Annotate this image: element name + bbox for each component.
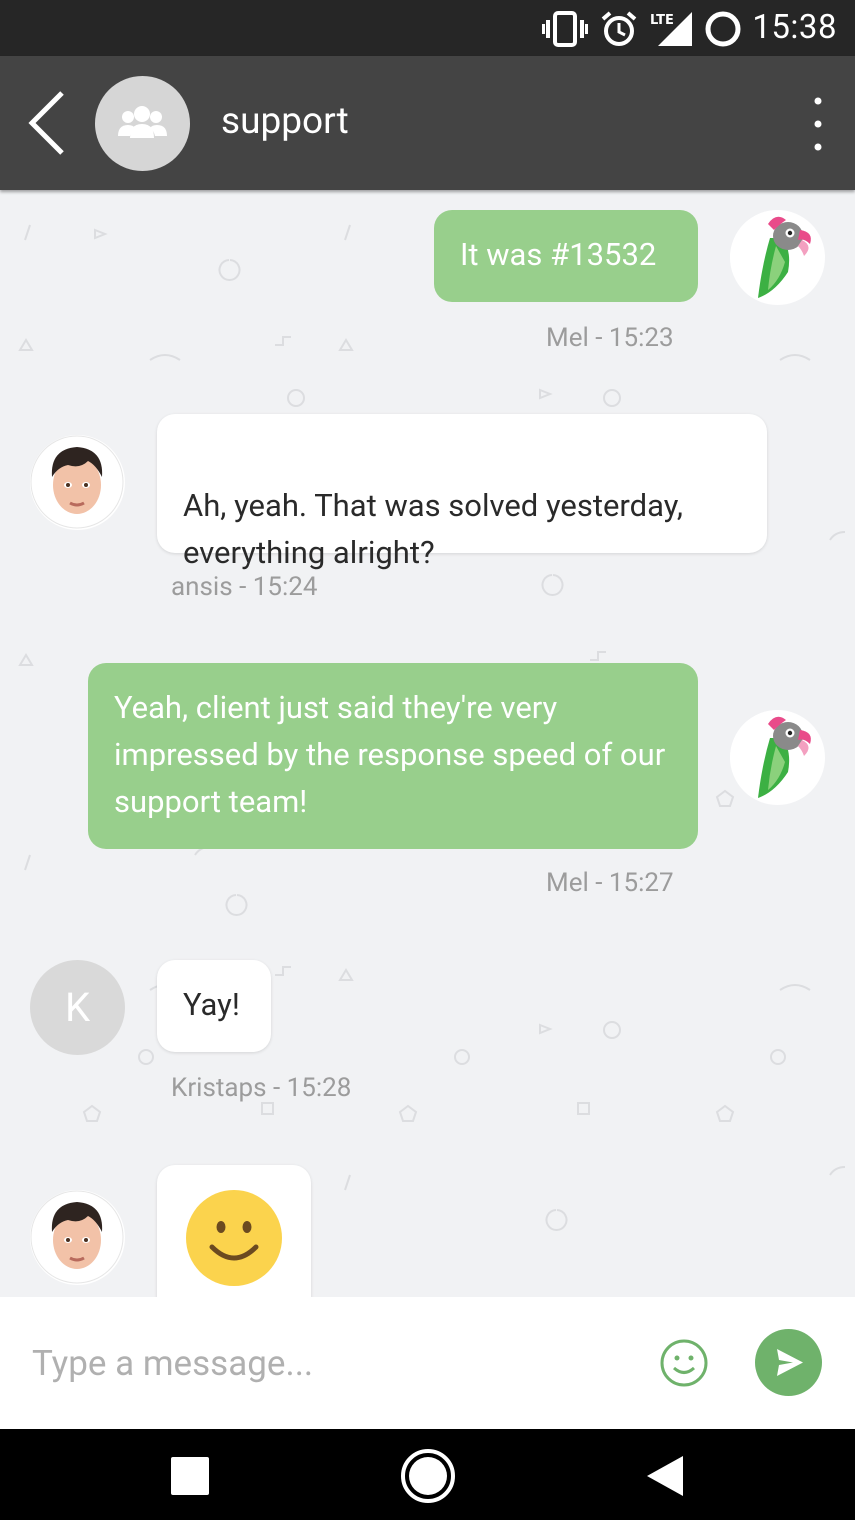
message-meta: ansis - 15:24 — [171, 572, 318, 602]
svg-text:LTE: LTE — [650, 13, 674, 28]
group-avatar[interactable] — [95, 76, 190, 171]
recents-icon[interactable] — [170, 1456, 210, 1496]
message-text: Yeah, client just said they're very impr… — [114, 689, 666, 820]
avatar-parrot[interactable] — [730, 210, 825, 305]
message-bubble-outgoing[interactable]: It was #13532 — [434, 210, 698, 302]
emoji-icon[interactable] — [659, 1338, 709, 1388]
message-bubble-emoji[interactable] — [157, 1165, 311, 1297]
send-icon — [777, 1349, 803, 1376]
message-bubble-outgoing[interactable]: Yeah, client just said they're very impr… — [88, 663, 698, 849]
alarm-icon — [601, 11, 637, 46]
home-icon[interactable] — [400, 1448, 456, 1504]
send-button[interactable] — [755, 1329, 822, 1396]
person-avatar-icon — [30, 1190, 124, 1284]
app-bar: support — [0, 56, 855, 190]
group-icon — [118, 106, 167, 138]
message-meta: Kristaps - 15:28 — [171, 1073, 352, 1103]
message-text: Yay! — [183, 986, 240, 1023]
smiley-emoji-icon — [186, 1190, 282, 1286]
back-arrow-icon[interactable] — [22, 90, 72, 156]
back-nav-icon[interactable] — [645, 1454, 685, 1498]
chat-title: support — [221, 100, 349, 143]
message-list[interactable]: It was #13532 Mel - 15:23 Ah, yeah. That… — [0, 190, 855, 1297]
compose-bar — [0, 1297, 855, 1429]
avatar-kristaps[interactable]: K — [30, 960, 125, 1055]
avatar-ansis[interactable] — [30, 1190, 125, 1285]
status-bar: LTE 15:38 — [0, 0, 855, 56]
more-vert-icon[interactable] — [808, 96, 828, 152]
parrot-avatar-icon — [730, 710, 824, 804]
signal-icon: LTE — [650, 12, 692, 46]
avatar-parrot[interactable] — [730, 710, 825, 805]
message-input[interactable] — [30, 1337, 634, 1389]
vibrate-icon — [542, 11, 588, 47]
message-text: It was #13532 — [460, 236, 657, 273]
person-avatar-icon — [30, 435, 124, 529]
navigation-bar — [0, 1429, 855, 1520]
battery-icon — [705, 11, 741, 47]
message-meta: Mel - 15:27 — [546, 868, 674, 898]
status-time: 15:38 — [752, 8, 837, 47]
message-bubble-incoming[interactable]: Ah, yeah. That was solved yesterday, eve… — [157, 414, 767, 571]
avatar-ansis[interactable] — [30, 435, 125, 530]
message-bubble-incoming[interactable]: Yay! — [157, 960, 271, 1052]
message-meta: Mel - 15:23 — [546, 323, 674, 353]
parrot-avatar-icon — [730, 210, 824, 304]
